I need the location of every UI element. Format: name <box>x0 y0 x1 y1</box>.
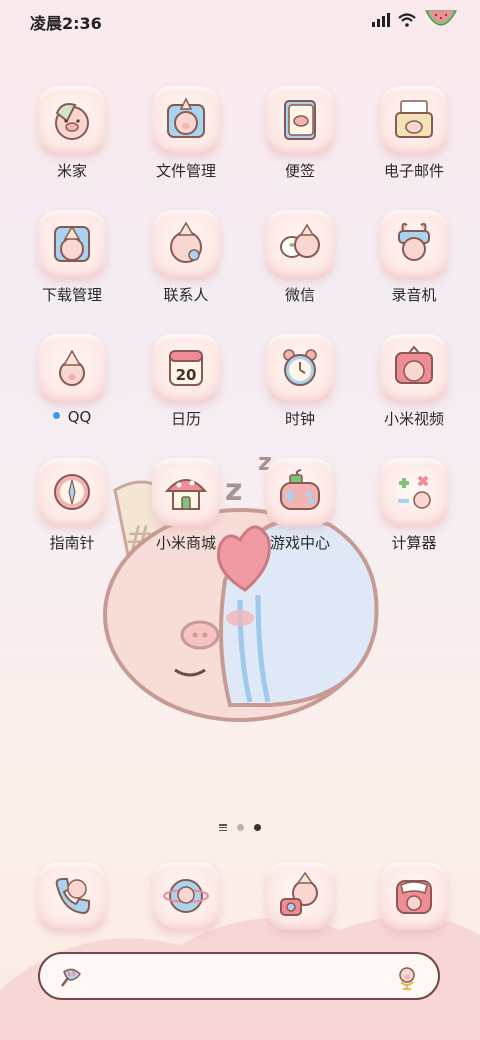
wechat-icon <box>266 210 334 278</box>
battery-watermelon-icon <box>424 9 458 33</box>
compass-icon <box>38 458 106 526</box>
browser-icon <box>152 862 220 930</box>
app-game-center[interactable]: 游戏中心 <box>245 458 355 568</box>
notes-icon <box>266 86 334 154</box>
app-label: 米家 <box>56 162 87 180</box>
contacts-icon <box>152 210 220 278</box>
app-calculator[interactable]: 计算器 <box>359 458 469 568</box>
app-label: 日历 <box>170 410 201 428</box>
wifi-icon <box>398 12 416 31</box>
app-video[interactable]: 小米视频 <box>359 334 469 444</box>
app-label: QQ <box>67 408 92 426</box>
app-mi-store[interactable]: 小米商城 <box>131 458 241 568</box>
app-recorder[interactable]: 录音机 <box>359 210 469 320</box>
app-label: 下载管理 <box>41 286 102 304</box>
app-label: 指南针 <box>49 534 95 552</box>
app-label: 文件管理 <box>155 162 216 180</box>
clock-icon <box>266 334 334 402</box>
app-file-manager[interactable]: 文件管理 <box>131 86 241 196</box>
menu-lines-icon <box>219 824 227 831</box>
page-dot <box>237 824 244 831</box>
app-label: 录音机 <box>391 286 437 304</box>
file-manager-icon <box>152 86 220 154</box>
recorder-icon <box>380 210 448 278</box>
download-manager-icon <box>38 210 106 278</box>
app-calendar[interactable]: 20 日历 <box>131 334 241 444</box>
search-bar[interactable] <box>38 952 440 1000</box>
app-label: 时钟 <box>284 410 315 428</box>
game-center-icon <box>266 458 334 526</box>
app-qq[interactable]: QQ <box>17 334 127 444</box>
app-contacts[interactable]: 联系人 <box>131 210 241 320</box>
app-label: 电子邮件 <box>383 162 444 180</box>
dock <box>0 862 480 932</box>
status-icons <box>372 10 458 32</box>
app-compass[interactable]: 指南针 <box>17 458 127 568</box>
email-icon <box>380 86 448 154</box>
app-label: 计算器 <box>391 534 437 552</box>
messages-icon <box>380 862 448 930</box>
app-label: 小米商城 <box>155 534 216 552</box>
app-mijia[interactable]: 米家 <box>17 86 127 196</box>
search-icon <box>58 964 84 994</box>
qq-icon <box>38 334 106 402</box>
app-label-with-dot: QQ <box>17 408 127 426</box>
app-email[interactable]: 电子邮件 <box>359 86 469 196</box>
camera-icon <box>266 862 334 930</box>
calendar-date: 20 <box>176 366 197 384</box>
page-dot-active <box>254 824 261 831</box>
notification-dot <box>52 412 60 419</box>
app-label: 小米视频 <box>383 410 444 428</box>
calculator-icon <box>380 458 448 526</box>
app-notes[interactable]: 便签 <box>245 86 355 196</box>
page-indicator[interactable] <box>0 824 480 831</box>
app-clock[interactable]: 时钟 <box>245 334 355 444</box>
phone-icon <box>38 862 106 930</box>
app-label: 便签 <box>284 162 315 180</box>
app-label: 游戏中心 <box>269 534 330 552</box>
app-label: 联系人 <box>163 286 209 304</box>
video-icon <box>380 334 448 402</box>
app-label: 微信 <box>284 286 315 304</box>
status-bar: 凌晨2:36 <box>0 0 480 42</box>
cellular-signal-icon <box>372 12 390 31</box>
voice-assistant-icon[interactable] <box>394 964 420 994</box>
calendar-icon: 20 <box>152 334 220 402</box>
app-download-manager[interactable]: 下载管理 <box>17 210 127 320</box>
mi-store-icon <box>152 458 220 526</box>
status-time: 凌晨2:36 <box>30 14 102 33</box>
mijia-icon <box>38 86 106 154</box>
app-wechat[interactable]: 微信 <box>245 210 355 320</box>
